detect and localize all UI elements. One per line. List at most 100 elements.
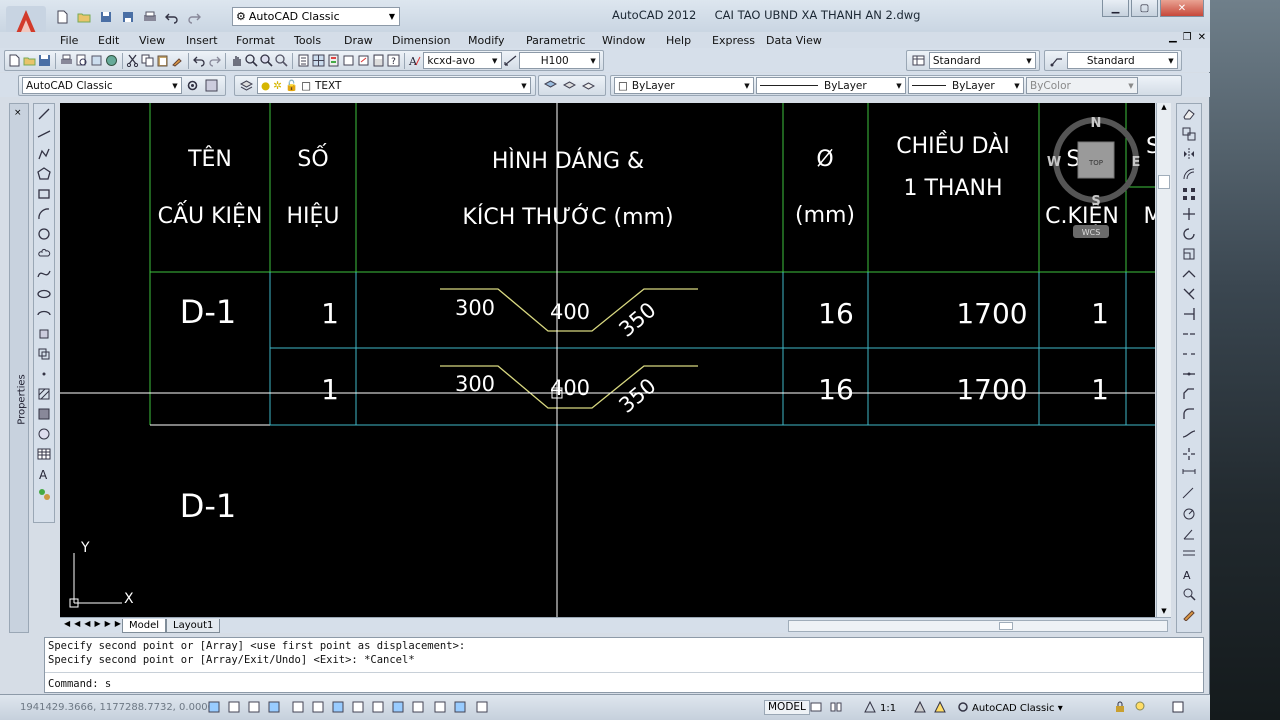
tool-palettes-icon[interactable] <box>327 52 340 69</box>
gradient-icon[interactable] <box>34 404 54 424</box>
workspace-switching-icon[interactable] <box>955 700 970 714</box>
isolate-objects-icon[interactable] <box>1132 700 1147 714</box>
dim-aligned-icon[interactable] <box>1179 484 1199 504</box>
compass-north[interactable]: N <box>1091 116 1102 131</box>
zoom-previous-icon[interactable] <box>275 52 288 69</box>
menu-item-dimension[interactable]: Dimension <box>392 34 450 47</box>
insert-block-icon[interactable] <box>34 324 54 344</box>
transparency-toggle-icon[interactable] <box>432 700 447 714</box>
match-properties-icon[interactable] <box>171 52 184 69</box>
publish-icon[interactable] <box>90 52 103 69</box>
menu-item-draw[interactable]: Draw <box>344 34 373 47</box>
horizontal-scrollbar[interactable] <box>788 620 1168 632</box>
workspace-select[interactable]: ⚙ AutoCAD Classic ▼ <box>232 7 400 26</box>
save-file-icon[interactable] <box>38 52 51 69</box>
markup-icon[interactable] <box>357 52 370 69</box>
selection-cycling-toggle-icon[interactable] <box>474 700 489 714</box>
tab-model[interactable]: Model <box>122 619 167 633</box>
rectangle-icon[interactable] <box>34 184 54 204</box>
menu-item-data-view[interactable]: Data View <box>766 34 822 47</box>
clean-screen-icon[interactable] <box>1170 700 1185 714</box>
annotation-scale-icon[interactable] <box>862 700 877 714</box>
array-icon[interactable] <box>1179 184 1199 204</box>
tab-layout1[interactable]: Layout1 <box>166 619 221 633</box>
undo-toolbar-icon[interactable] <box>193 52 206 69</box>
menu-item-express[interactable]: Express <box>712 34 755 47</box>
dim-angular-icon[interactable] <box>1179 524 1199 544</box>
blend-curves-icon[interactable] <box>1179 424 1199 444</box>
scroll-up-icon[interactable]: ▲ <box>1157 103 1171 113</box>
redo-icon[interactable] <box>184 8 204 26</box>
fillet-icon[interactable] <box>1179 404 1199 424</box>
lineweight-select[interactable]: ByLayer ▼ <box>908 77 1024 94</box>
circle-icon[interactable] <box>34 224 54 244</box>
properties-palette-strip[interactable]: × Properties <box>9 103 29 633</box>
line-icon[interactable] <box>34 104 54 124</box>
region-icon[interactable] <box>34 424 54 444</box>
qnew-icon[interactable] <box>8 52 21 69</box>
stretch-icon[interactable] <box>1179 264 1199 284</box>
rotate-icon[interactable] <box>1179 224 1199 244</box>
sheet-set-icon[interactable] <box>342 52 355 69</box>
add-selected-icon[interactable] <box>34 484 54 504</box>
copy-icon[interactable] <box>141 52 154 69</box>
design-center-icon[interactable] <box>312 52 325 69</box>
trim-icon[interactable] <box>1179 284 1199 304</box>
object-snap-toggle-icon[interactable] <box>310 700 325 714</box>
break-at-point-icon[interactable] <box>1179 324 1199 344</box>
print-icon[interactable] <box>60 52 73 69</box>
close-button[interactable]: ✕ <box>1160 0 1204 17</box>
color-select[interactable]: □ ByLayer ▼ <box>614 77 754 94</box>
show-lineweight-toggle-icon[interactable] <box>410 700 425 714</box>
dim-linear-icon[interactable] <box>1179 464 1199 484</box>
workspace-status[interactable]: AutoCAD Classic ▾ <box>972 703 1063 714</box>
vertical-scrollbar[interactable]: ▲ ▼ <box>1156 103 1171 617</box>
annotation-scale[interactable]: 1:1 <box>880 703 896 714</box>
menu-item-modify[interactable]: Modify <box>468 34 504 47</box>
dwf-icon[interactable] <box>105 52 118 69</box>
open-file-icon[interactable] <box>23 52 36 69</box>
erase-icon[interactable] <box>1179 104 1199 124</box>
edit-text-icon[interactable]: A <box>1179 564 1199 584</box>
revision-cloud-icon[interactable] <box>34 244 54 264</box>
help-icon[interactable]: ? <box>387 52 400 69</box>
text-style-select[interactable]: kcxd-avo ▼ <box>423 52 502 69</box>
undo-icon[interactable] <box>162 8 182 26</box>
chamfer-icon[interactable] <box>1179 384 1199 404</box>
menu-item-parametric[interactable]: Parametric <box>526 34 586 47</box>
multileader-style-icon[interactable] <box>1048 52 1065 69</box>
compass-south[interactable]: S <box>1091 194 1100 209</box>
open-icon[interactable] <box>74 8 94 26</box>
command-line[interactable]: Specify second point or [Array] <use fir… <box>44 637 1204 693</box>
workspace-combo[interactable]: AutoCAD Classic ▼ <box>22 77 182 94</box>
spline-icon[interactable] <box>34 264 54 284</box>
doc-minimize-button[interactable]: ▁ <box>1169 32 1177 43</box>
hatch-icon[interactable] <box>34 384 54 404</box>
drawing-canvas[interactable]: TÊN CẤU KIỆN SỐ HIỆU HÌNH DÁNG & KÍCH TH… <box>60 103 1155 617</box>
model-space-button[interactable]: MODEL <box>764 700 810 715</box>
multileader-style-select[interactable]: Standard ▼ <box>1066 52 1178 69</box>
text-style-icon[interactable]: A <box>408 52 421 69</box>
make-block-icon[interactable] <box>34 344 54 364</box>
ellipse-arc-icon[interactable] <box>34 304 54 324</box>
maximize-button[interactable]: ▢ <box>1131 0 1158 17</box>
edit-pencil-icon[interactable] <box>1179 604 1199 624</box>
menu-item-insert[interactable]: Insert <box>186 34 218 47</box>
grid-display-toggle-icon[interactable] <box>246 700 261 714</box>
layer-previous-icon[interactable] <box>561 77 578 94</box>
scroll-down-icon[interactable]: ▼ <box>1157 607 1171 617</box>
compass-west[interactable]: W <box>1047 155 1061 170</box>
allow-disallow-ucs-toggle-icon[interactable] <box>370 700 385 714</box>
arc-icon[interactable] <box>34 204 54 224</box>
wcs-menu[interactable]: WCS <box>1082 228 1101 237</box>
find-icon[interactable] <box>1179 584 1199 604</box>
ortho-mode-toggle-icon[interactable] <box>266 700 281 714</box>
point-icon[interactable] <box>34 364 54 384</box>
explode-icon[interactable] <box>1179 444 1199 464</box>
menu-item-file[interactable]: File <box>60 34 78 47</box>
quick-view-layouts-icon[interactable] <box>808 700 823 714</box>
scroll-thumb[interactable] <box>999 622 1013 630</box>
quick-dim-icon[interactable] <box>1179 544 1199 564</box>
dimension-style-select[interactable]: H100 ▼ <box>518 52 601 69</box>
menu-item-window[interactable]: Window <box>602 34 645 47</box>
